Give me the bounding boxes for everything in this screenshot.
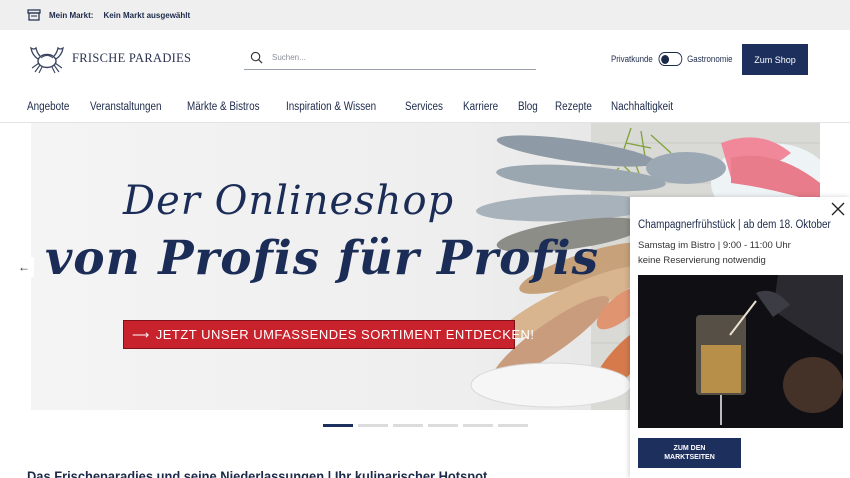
hero-cta-button[interactable]: ⟶ JETZT UNSER UMFASSENDES SORTIMENT ENTD… (123, 320, 534, 349)
page-heading: Das Frischeparadies und seine Niederlass… (27, 468, 488, 478)
slider-dot[interactable] (428, 424, 458, 427)
nav-item-rezepte[interactable]: Rezepte (555, 101, 592, 113)
champagne-illustration (638, 275, 843, 428)
main-nav: Angebote Veranstaltungen Märkte & Bistro… (0, 92, 850, 123)
search-bar[interactable] (244, 45, 536, 70)
hero-headline-2: von Profis für Profis (45, 231, 600, 286)
nav-item-blog[interactable]: Blog (518, 101, 538, 113)
nav-item-services[interactable]: Services (405, 101, 443, 113)
market-pages-button[interactable]: ZUM DEN MARKTSEITEN (638, 438, 741, 468)
header: FRISCHE PARADIES Privatkunde Gastronomie… (0, 30, 850, 92)
close-button[interactable] (831, 202, 845, 216)
event-popup: Champagnerfrühstück | ab dem 18. Oktober… (630, 197, 850, 478)
hero-headline-1: Der Onlineshop (123, 178, 455, 224)
market-label: Mein Markt: (49, 10, 94, 20)
market-bar[interactable]: Mein Markt: Kein Markt ausgewählt (0, 0, 850, 30)
market-pages-label-1: ZUM DEN (673, 445, 706, 452)
market-value[interactable]: Kein Markt ausgewählt (103, 11, 190, 20)
nav-item-nachhaltigkeit[interactable]: Nachhaltigkeit (611, 101, 673, 113)
nav-item-karriere[interactable]: Karriere (463, 101, 498, 113)
nav-item-inspiration[interactable]: Inspiration & Wissen (286, 101, 376, 113)
popup-title: Champagnerfrühstück | ab dem 18. Oktober (638, 219, 831, 231)
slider-dot[interactable] (323, 424, 353, 427)
customer-type-toggle[interactable]: Privatkunde Gastronomie (611, 52, 732, 66)
hero-cta-label: JETZT UNSER UMFASSENDES SORTIMENT ENTDEC… (155, 327, 535, 342)
slider-dot[interactable] (358, 424, 388, 427)
toggle-switch[interactable] (658, 52, 682, 66)
search-input[interactable] (272, 52, 512, 62)
arrow-left-icon: ← (18, 260, 30, 274)
nav-item-veranstaltungen[interactable]: Veranstaltungen (90, 101, 161, 113)
logo-text: FRISCHE PARADIES (72, 50, 192, 65)
toggle-label-gastro[interactable]: Gastronomie (687, 54, 732, 64)
market-pages-label-2: MARKTSEITEN (664, 454, 715, 461)
nav-item-angebote[interactable]: Angebote (27, 101, 69, 113)
search-icon (250, 51, 263, 63)
champagne-image (638, 275, 843, 428)
arrow-right-icon: ⟶ (132, 327, 150, 342)
slider-dot[interactable] (463, 424, 493, 427)
slider-dots (323, 424, 533, 427)
nav-item-maerkte-bistros[interactable]: Märkte & Bistros (187, 101, 260, 113)
close-icon (831, 202, 845, 216)
slider-dot[interactable] (393, 424, 423, 427)
store-icon (27, 9, 41, 21)
toggle-knob (660, 54, 669, 64)
crab-logo-icon (30, 46, 64, 74)
toggle-label-private[interactable]: Privatkunde (611, 54, 653, 64)
shop-button[interactable]: Zum Shop (742, 44, 808, 75)
slider-prev-button[interactable]: ← (14, 257, 34, 277)
popup-time: Samstag im Bistro | 9:00 - 11:00 Uhr (638, 240, 791, 251)
slider-dot[interactable] (498, 424, 528, 427)
popup-note: keine Reservierung notwendig (638, 255, 766, 266)
logo[interactable]: FRISCHE PARADIES (27, 40, 191, 76)
